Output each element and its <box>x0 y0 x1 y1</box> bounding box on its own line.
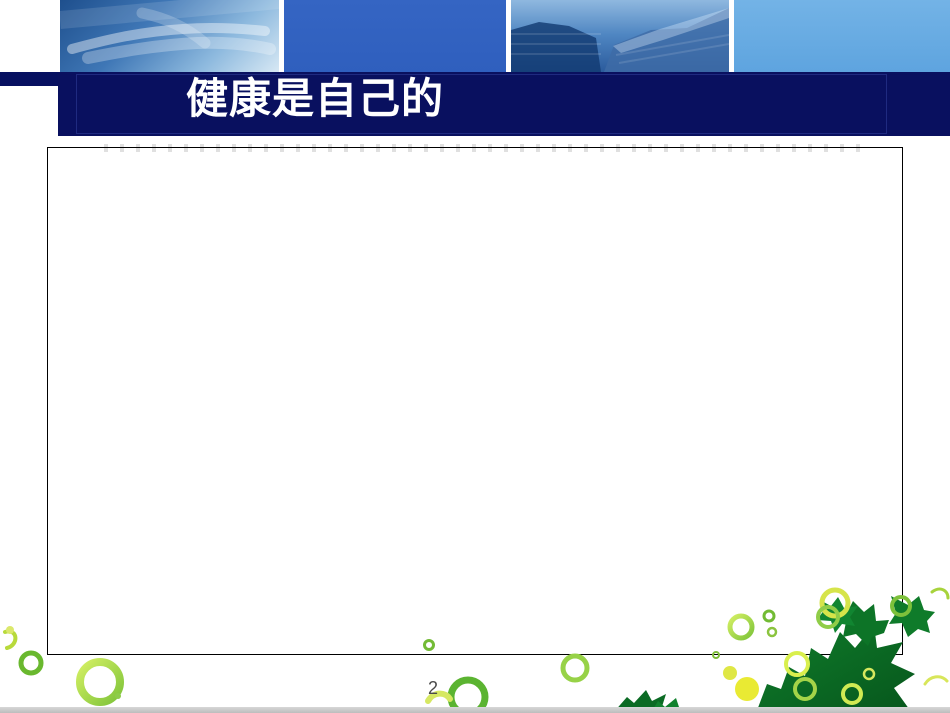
slide-title: 健康是自己的 <box>186 75 445 122</box>
blue-panel <box>284 0 506 72</box>
sky-panel <box>734 0 950 72</box>
header-white-block <box>0 0 58 72</box>
building-photo <box>511 0 730 72</box>
keyboard-photo <box>59 0 280 72</box>
page-number: 2 <box>428 678 439 698</box>
bottom-border <box>0 707 950 713</box>
content-placeholder-box <box>47 147 903 655</box>
header-image-strip <box>0 0 950 72</box>
left-accent-bar <box>0 72 58 86</box>
